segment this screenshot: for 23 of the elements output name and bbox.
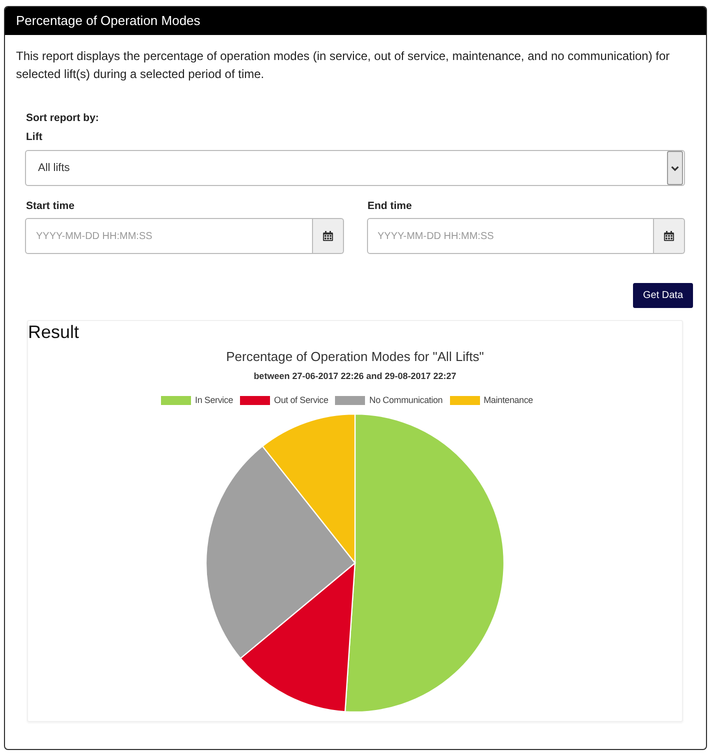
start-time-label: Start time [25, 199, 76, 213]
result-heading: Result [28, 321, 80, 343]
end-time-field[interactable]: YYYY-MM-DD HH:MM:SS [366, 218, 654, 254]
dropdown-button[interactable] [667, 151, 683, 185]
start-time-field[interactable]: YYYY-MM-DD HH:MM:SS [25, 218, 312, 254]
chevron-down-icon [671, 166, 679, 170]
chart-title: Percentage of Operation Modes for "All Lifts" [226, 349, 484, 365]
lift-label: Lift [25, 130, 44, 144]
calendar-button[interactable] [654, 218, 685, 254]
legend-label[interactable]: Maintenance [484, 394, 533, 406]
report-description: This report displays the percentage of operation modes (in service, out of service, maintenance, and no communication) for selected lift(s) during a selected period of time. [15, 48, 671, 83]
sort-heading: Sort report by: [25, 111, 100, 125]
end-time-label: End time [366, 199, 413, 213]
calendar-icon [322, 231, 332, 241]
legend-label[interactable]: Out of Service [274, 394, 328, 406]
calendar-icon [664, 231, 674, 241]
lift-select[interactable]: All lifts [25, 150, 685, 186]
legend-label[interactable]: No Communication [369, 394, 443, 406]
chart-subtitle: between 27-06-2017 22:26 and 29-08-2017 22:27 [254, 371, 456, 382]
calendar-button[interactable] [312, 218, 344, 254]
get-data-button[interactable]: Get Data [633, 283, 693, 308]
panel-title: Percentage of Operation Modes [16, 13, 200, 29]
legend-label[interactable]: In Service [195, 394, 234, 406]
